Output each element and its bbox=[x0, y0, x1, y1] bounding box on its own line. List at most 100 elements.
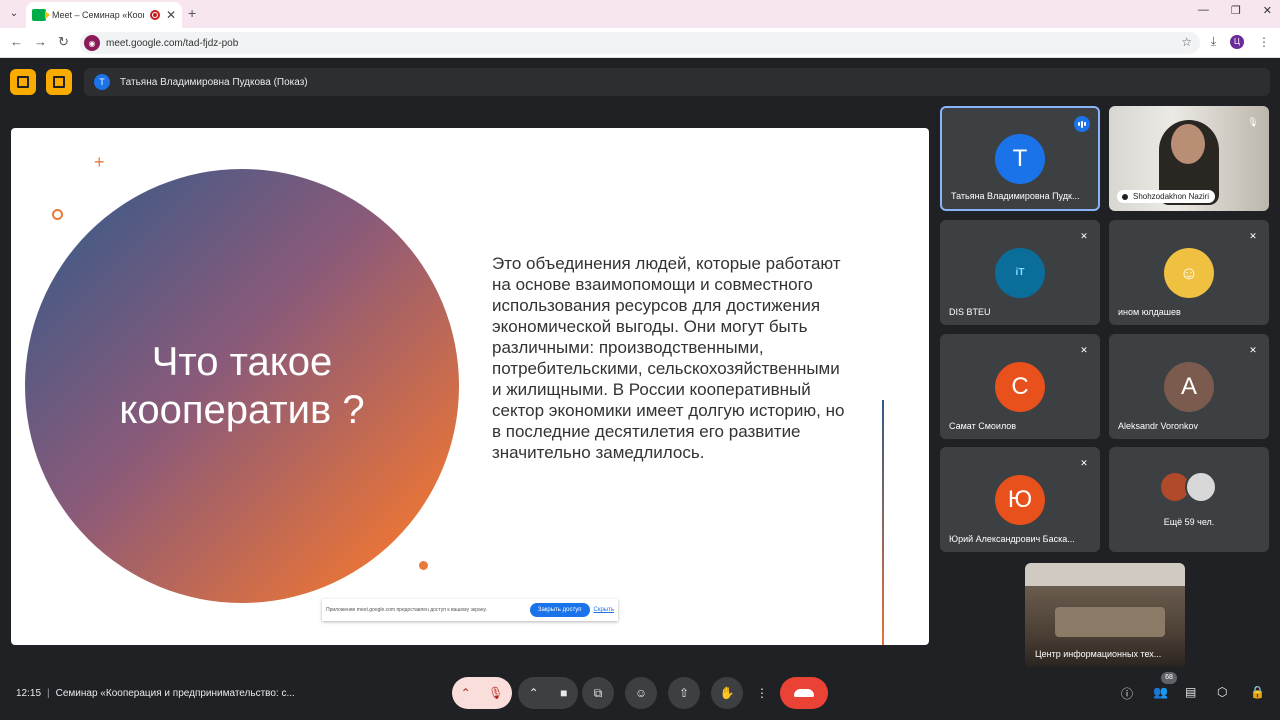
mascot-avatar-icon: ☺ bbox=[1164, 248, 1214, 298]
more-avatars bbox=[1159, 471, 1219, 503]
avatar: Т bbox=[995, 134, 1045, 184]
download-icon[interactable]: ⤓ bbox=[1211, 34, 1216, 49]
hide-notice-link[interactable]: Скрыть bbox=[594, 607, 614, 613]
profile-avatar[interactable]: Ц bbox=[1230, 34, 1244, 49]
avatar: Ю bbox=[995, 475, 1045, 525]
presentation-slide: + Что такое кооператив ? Это объединения… bbox=[11, 128, 929, 645]
video-face bbox=[1171, 124, 1205, 164]
more-participants-label: Ещё 59 чел. bbox=[1163, 517, 1215, 527]
participant-name: Татьяна Владимировна Пудк... bbox=[951, 191, 1080, 201]
browser-tab[interactable]: Meet – Семинар «Коопера ✕ bbox=[26, 2, 182, 28]
title-circle: Что такое кооператив ? bbox=[25, 169, 459, 603]
participant-name: Самат Смоилов bbox=[949, 421, 1017, 431]
slide-title: Что такое кооператив ? bbox=[119, 340, 365, 432]
participant-tile[interactable]: A ✕ Aleksandr Voronkov bbox=[1109, 334, 1269, 439]
room-video-tile[interactable]: Центр информационных тех... bbox=[1025, 563, 1185, 667]
dis-bteu-logo-icon: iT bbox=[995, 248, 1045, 298]
close-tab-icon[interactable]: ✕ bbox=[166, 8, 176, 22]
more-options-button[interactable]: ⋮ bbox=[752, 677, 772, 709]
vertical-divider bbox=[882, 400, 884, 645]
end-call-button[interactable] bbox=[780, 677, 828, 709]
window-close-icon[interactable]: ✕ bbox=[1263, 4, 1272, 17]
mic-off-icon: ✕ bbox=[1080, 231, 1088, 241]
stop-sharing-button[interactable]: Закрыть доступ bbox=[529, 603, 590, 617]
participant-tile[interactable]: ☺ ✕ ином юлдашев bbox=[1109, 220, 1269, 325]
bookmark-star-icon[interactable]: ☆ bbox=[1181, 35, 1192, 49]
new-tab-icon[interactable]: + bbox=[188, 5, 196, 21]
mic-off-icon: ✕ bbox=[1249, 345, 1257, 355]
mic-off-icon[interactable]: 🎙 bbox=[488, 686, 503, 700]
present-icon: ⇧ bbox=[678, 686, 690, 700]
tab-title: Meet – Семинар «Коопера bbox=[52, 10, 144, 20]
window-controls: — ❐ ✕ bbox=[1198, 4, 1272, 17]
avatar: С bbox=[995, 362, 1045, 412]
meeting-title: Семинар «Кооперация и предпринимательств… bbox=[55, 688, 295, 699]
people-count-badge: 68 bbox=[1161, 672, 1177, 684]
presenter-label: Татьяна Владимировна Пудкова (Показ) bbox=[120, 76, 308, 88]
participant-name: DIS BTEU bbox=[949, 307, 991, 317]
chat-icon[interactable]: ▤ bbox=[1185, 685, 1196, 699]
participant-tile[interactable]: iT ✕ DIS BTEU bbox=[940, 220, 1100, 325]
avatar: A bbox=[1164, 362, 1214, 412]
browser-toolbar: ← → ↻ ◉ meet.google.com/tad-fjdz-pob ☆ ⤓… bbox=[0, 28, 1280, 58]
participant-name: Центр информационных тех... bbox=[1035, 649, 1162, 659]
files-icon[interactable] bbox=[10, 69, 36, 95]
activities-icon[interactable]: ⬡ bbox=[1217, 685, 1227, 699]
ring-decoration bbox=[52, 209, 63, 220]
participant-name: Shohzodakhon Naziri bbox=[1117, 190, 1216, 203]
layout-icon[interactable] bbox=[46, 69, 72, 95]
camera-control[interactable]: ⌃ ■ bbox=[518, 677, 578, 709]
mic-off-icon: ✕ bbox=[1080, 458, 1088, 468]
plus-decoration-icon: + bbox=[94, 152, 105, 172]
restore-icon[interactable]: ❐ bbox=[1231, 4, 1241, 17]
mic-off-icon: ✕ bbox=[1249, 231, 1257, 241]
captions-icon: ⧉ bbox=[593, 685, 603, 700]
meet-logo-icon bbox=[32, 9, 50, 21]
recording-icon bbox=[149, 10, 160, 20]
participant-tile[interactable]: Ю ✕ Юрий Александрович Баска... bbox=[940, 447, 1100, 552]
mic-control[interactable]: ⌃ 🎙 bbox=[452, 677, 512, 709]
reload-icon[interactable]: ↻ bbox=[58, 34, 69, 50]
people-icon[interactable]: 👥 bbox=[1153, 685, 1168, 699]
camera-icon[interactable]: ■ bbox=[560, 686, 567, 700]
url-text: meet.google.com/tad-fjdz-pob bbox=[106, 37, 239, 49]
slide-body-text: Это объединения людей, которые работают … bbox=[492, 254, 845, 462]
share-notice-text: Приложение meet.google.com предоставлен … bbox=[326, 607, 487, 613]
clock: 12:15 bbox=[16, 688, 42, 699]
speaking-indicator-icon bbox=[1074, 116, 1090, 132]
browser-menu-icon[interactable]: ⋮ bbox=[1258, 35, 1270, 49]
tab-search-icon[interactable]: ⌄ bbox=[6, 6, 22, 22]
dot-decoration bbox=[419, 561, 428, 570]
avatar bbox=[1185, 471, 1217, 503]
info-icon[interactable]: ⓘ bbox=[1121, 685, 1133, 702]
presenter-avatar: Т bbox=[94, 74, 110, 90]
mic-off-icon: 🎙 bbox=[1247, 117, 1259, 127]
participant-name: Юрий Александрович Баска... bbox=[949, 534, 1075, 544]
mic-off-icon: ✕ bbox=[1080, 345, 1088, 355]
presenter-bar: Т Татьяна Владимировна Пудкова (Показ) bbox=[84, 68, 1270, 96]
meeting-info: 12:15 | Семинар «Кооперация и предпринимат… bbox=[16, 688, 295, 699]
phone-hangup-icon bbox=[794, 689, 814, 697]
forward-icon[interactable]: → bbox=[34, 34, 47, 49]
participant-tile[interactable]: 🎙 Shohzodakhon Naziri bbox=[1109, 106, 1269, 211]
chevron-up-icon[interactable]: ⌃ bbox=[461, 686, 471, 700]
present-button[interactable]: ⇧ bbox=[668, 677, 700, 709]
participant-tile[interactable]: С ✕ Самат Смоилов bbox=[940, 334, 1100, 439]
kebab-icon: ⋮ bbox=[756, 686, 768, 700]
screen-share-notice: Приложение meet.google.com предоставлен … bbox=[322, 599, 618, 621]
browser-tab-bar: ⌄ Meet – Семинар «Коопера ✕ + — ❐ ✕ bbox=[0, 0, 1280, 28]
participant-name: Aleksandr Voronkov bbox=[1118, 421, 1199, 431]
more-participants-tile[interactable]: Ещё 59 чел. bbox=[1109, 447, 1269, 552]
back-icon[interactable]: ← bbox=[10, 34, 23, 49]
captions-button[interactable]: ⧉ bbox=[582, 677, 614, 709]
hand-icon: ✋ bbox=[719, 686, 735, 700]
participant-tile[interactable]: Т Татьяна Владимировна Пудк... bbox=[940, 106, 1100, 211]
reactions-button[interactable]: ☺ bbox=[625, 677, 657, 709]
chevron-up-icon[interactable]: ⌃ bbox=[529, 686, 539, 700]
address-bar[interactable]: ◉ meet.google.com/tad-fjdz-pob ☆ bbox=[80, 32, 1200, 54]
participant-name: ином юлдашев bbox=[1118, 307, 1181, 317]
raise-hand-button[interactable]: ✋ bbox=[711, 677, 743, 709]
host-controls-icon[interactable]: 🔒 bbox=[1250, 685, 1265, 699]
minimize-icon[interactable]: — bbox=[1198, 4, 1209, 17]
site-info-icon[interactable]: ◉ bbox=[84, 35, 100, 51]
